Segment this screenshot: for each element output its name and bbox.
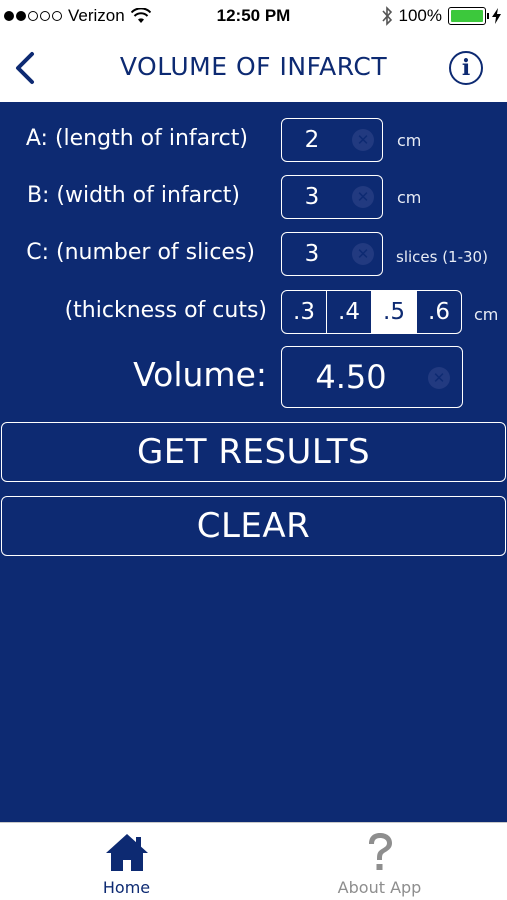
page-title: VOLUME OF INFARCT (119, 52, 388, 81)
clear-width-icon[interactable]: ✕ (352, 186, 374, 208)
navigation-bar: VOLUME OF INFARCT i (0, 34, 507, 102)
tab-about-app[interactable]: About App (253, 823, 506, 900)
battery-percent: 100% (398, 6, 442, 25)
thickness-option-6[interactable]: .6 (417, 291, 461, 333)
length-unit: cm (397, 131, 422, 150)
length-input[interactable]: 2 ✕ (281, 118, 383, 162)
thickness-label: (thickness of cuts) (64, 298, 267, 323)
width-unit: cm (397, 188, 422, 207)
width-label: B: (width of infarct) (26, 183, 240, 208)
slices-input[interactable]: 3 ✕ (281, 232, 383, 276)
volume-label: Volume: (133, 355, 267, 394)
length-label: A: (length of infarct) (25, 126, 248, 151)
thickness-option-3[interactable]: .3 (282, 291, 327, 333)
battery-icon (448, 7, 489, 25)
thickness-unit: cm (474, 305, 499, 324)
width-input[interactable]: 3 ✕ (281, 175, 383, 219)
question-icon (368, 833, 392, 870)
bluetooth-icon (381, 6, 392, 26)
home-icon (105, 834, 148, 871)
volume-output[interactable]: 4.50 ✕ (281, 346, 463, 408)
volume-value: 4.50 (315, 358, 387, 396)
slices-value: 3 (304, 241, 320, 267)
info-button[interactable]: i (449, 51, 483, 85)
tab-home[interactable]: Home (0, 823, 253, 900)
charging-icon (492, 8, 501, 24)
length-value: 2 (304, 127, 320, 153)
thickness-option-5[interactable]: .5 (372, 291, 417, 333)
info-icon: i (461, 55, 471, 81)
status-right: 100% (381, 6, 501, 26)
slices-unit: slices (1-30) (396, 248, 488, 266)
clear-button[interactable]: CLEAR (1, 496, 506, 556)
tab-bar: Home About App (0, 822, 507, 900)
status-bar: Verizon 12:50 PM 100% (0, 0, 507, 34)
thickness-segmented-control[interactable]: .3 .4 .5 .6 (281, 290, 462, 334)
get-results-button[interactable]: GET RESULTS (1, 422, 506, 482)
clear-slices-icon[interactable]: ✕ (352, 243, 374, 265)
slices-label: C: (number of slices) (26, 240, 255, 265)
clear-volume-icon[interactable]: ✕ (428, 367, 450, 389)
width-value: 3 (304, 184, 320, 210)
clear-length-icon[interactable]: ✕ (352, 129, 374, 151)
thickness-option-4[interactable]: .4 (327, 291, 372, 333)
tab-home-label: Home (102, 878, 151, 897)
tab-about-label: About App (337, 878, 422, 897)
